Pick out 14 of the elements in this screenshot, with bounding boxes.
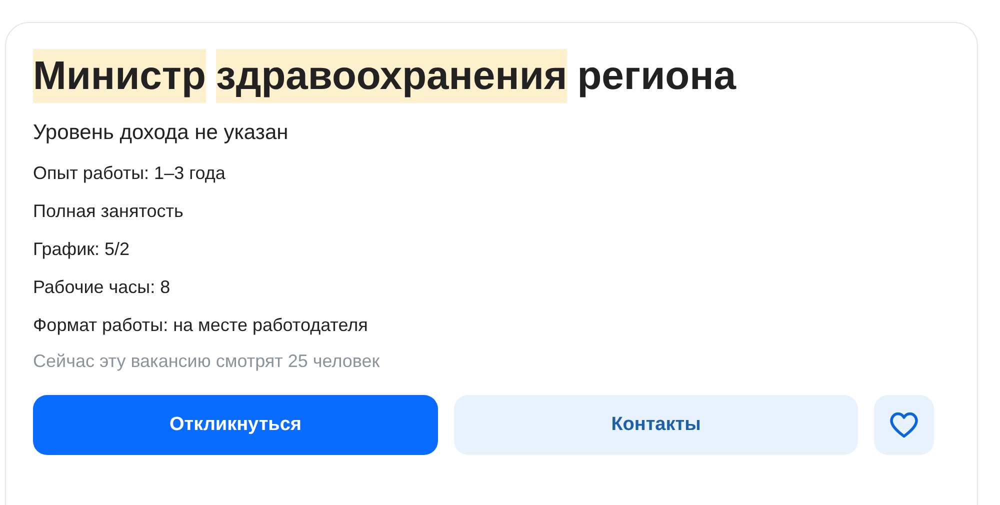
detail-text: График: 5/2	[33, 238, 131, 261]
heart-icon	[889, 411, 919, 439]
detail-text: Опыт работы: 1–3 года	[33, 162, 226, 185]
salary-text: Уровень дохода не указан	[33, 120, 290, 146]
contacts-button[interactable]: Контакты	[454, 395, 858, 455]
title-word: Министр	[33, 49, 206, 103]
favorite-button[interactable]	[874, 395, 934, 455]
title-word: здравоохранения	[216, 49, 568, 103]
detail-text: Формат работы: на месте работодателя	[33, 314, 369, 337]
viewers-text: Сейчас эту вакансию смотрят 25 человек	[33, 350, 381, 373]
detail-text: Полная занятость	[33, 200, 184, 223]
respond-button[interactable]: Откликнуться	[33, 395, 438, 455]
title-word: региона	[577, 53, 736, 100]
detail-text: Рабочие часы: 8	[33, 276, 172, 299]
